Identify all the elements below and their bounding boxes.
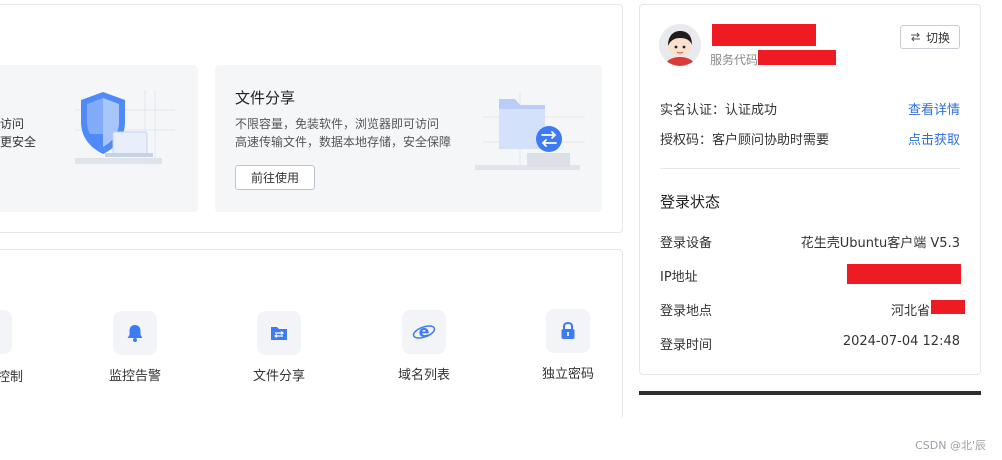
file-share-icon — [257, 311, 301, 355]
redacted-username — [712, 24, 816, 46]
login-status-title: 登录状态 — [660, 193, 721, 211]
file-share-card-desc-line2: 高速传输文件，数据本地存储，安全保障 — [235, 135, 452, 149]
get-auth-code-link[interactable]: 点击获取 — [908, 129, 960, 148]
watermark: CSDN @北'辰 — [915, 439, 986, 452]
login-location-label: 登录地点 — [660, 304, 713, 319]
switch-account-button[interactable]: 切换 — [900, 25, 960, 49]
security-card[interactable]: 访问 更安全 — [0, 65, 198, 212]
function-independent-password[interactable]: 独立密码 — [523, 309, 613, 382]
view-details-link[interactable]: 查看详情 — [908, 99, 960, 118]
avatar[interactable] — [659, 24, 701, 66]
function-monitor-alert[interactable]: 监控告警 — [90, 311, 180, 384]
function-file-share[interactable]: 文件分享 — [234, 311, 324, 384]
function-label: 文件分享 — [252, 369, 305, 384]
remote-control-icon — [0, 310, 12, 354]
security-card-desc-line2: 更安全 — [0, 135, 37, 149]
switch-arrows-icon — [910, 32, 920, 42]
folder-share-illustration-icon — [475, 92, 585, 170]
file-share-card-title: 文件分享 — [235, 89, 296, 107]
login-location-value: 河北省 — [890, 304, 930, 319]
svg-text:e: e — [419, 322, 430, 341]
auth-code-label: 授权码：客户顾问协助时需要 — [660, 133, 830, 148]
redacted-ip-address — [847, 264, 961, 284]
ip-address-label: IP地址 — [660, 270, 698, 285]
lock-icon — [546, 309, 590, 353]
function-label: 控制 — [0, 370, 23, 385]
file-share-card[interactable]: 文件分享 不限容量，免装软件，浏览器即可访问 高速传输文件，数据本地存储，安全保… — [215, 65, 602, 212]
login-device-label: 登录设备 — [660, 236, 713, 251]
function-label: 域名列表 — [397, 368, 450, 383]
function-label: 监控告警 — [108, 369, 161, 384]
login-device-value: 花生壳Ubuntu客户端 V5.3 — [800, 236, 960, 251]
function-remote-control[interactable]: 控制 — [0, 310, 35, 385]
verification-status: 实名认证：认证成功 — [660, 103, 778, 118]
go-use-button[interactable]: 前往使用 — [235, 165, 315, 190]
security-card-desc-line1: 访问 — [0, 117, 25, 131]
function-label: 独立密码 — [541, 367, 594, 382]
switch-label: 切换 — [925, 30, 950, 45]
divider — [660, 168, 960, 169]
service-code-label: 服务代码 — [710, 53, 759, 67]
file-share-card-desc-line1: 不限容量，免装软件，浏览器即可访问 — [235, 117, 440, 131]
dark-banner-edge — [639, 391, 981, 395]
bell-icon — [113, 311, 157, 355]
login-time-label: 登录时间 — [660, 338, 713, 353]
redacted-service-code — [758, 50, 836, 65]
browser-e-icon: e — [402, 310, 446, 354]
function-domain-list[interactable]: e 域名列表 — [379, 310, 469, 383]
shield-illustration-icon — [75, 90, 175, 165]
login-time-value: 2024-07-04 12:48 — [842, 334, 960, 349]
redacted-location-detail — [931, 300, 965, 314]
